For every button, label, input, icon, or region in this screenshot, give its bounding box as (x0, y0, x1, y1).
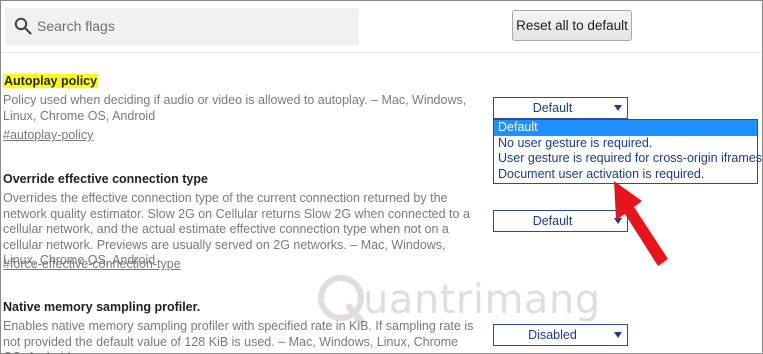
chevron-down-icon (614, 105, 622, 111)
dropdown-option[interactable]: No user gesture is required. (494, 136, 757, 152)
dropdown-option[interactable]: Default (494, 120, 757, 136)
autoplay-policy-select[interactable]: Default (493, 97, 628, 119)
flag-title-override-connection-type: Override effective connection type (3, 172, 208, 186)
annotation-arrow-icon (614, 181, 668, 266)
flag-link-force-effective-connection-type[interactable]: #force-effective-connection-type (3, 257, 181, 271)
search-box[interactable] (5, 8, 359, 45)
flags-header: Reset all to default (1, 1, 762, 53)
reset-all-button[interactable]: Reset all to default (512, 10, 632, 41)
select-value: Default (532, 214, 573, 228)
watermark-logo-icon (318, 275, 365, 325)
dropdown-option[interactable]: User gesture is required for cross-origi… (494, 151, 762, 167)
search-icon (14, 17, 32, 35)
flag-link-autoplay-policy[interactable]: #autoplay-policy (3, 128, 93, 142)
autoplay-policy-dropdown[interactable]: Default No user gesture is required. Use… (493, 119, 762, 184)
chevron-down-icon (614, 332, 622, 338)
select-value: Default (532, 101, 573, 115)
watermark: uantrimang (311, 263, 600, 343)
flags-page: Reset all to default Autoplay policy Pol… (0, 0, 763, 354)
search-input[interactable] (37, 14, 347, 38)
flag-title-native-memory-profiler: Native memory sampling profiler. (3, 300, 201, 314)
flag-title-autoplay-policy: Autoplay policy (3, 74, 99, 88)
flag-description-autoplay-policy: Policy used when deciding if audio or vi… (3, 93, 467, 123)
watermark-text: uantrimang (363, 277, 601, 323)
